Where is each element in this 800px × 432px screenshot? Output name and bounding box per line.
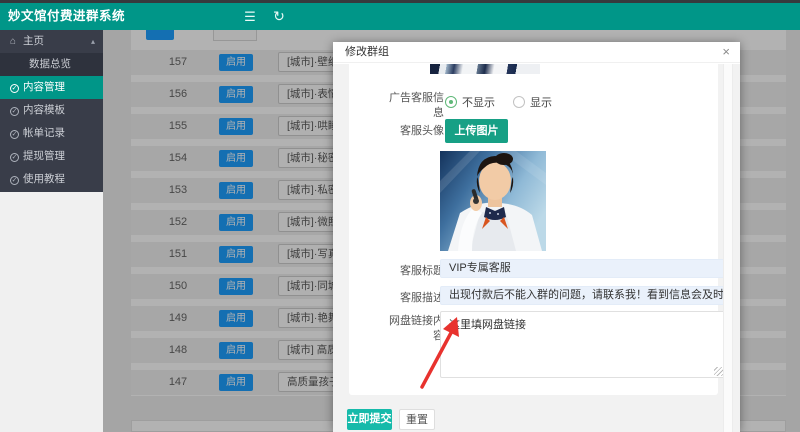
netdisk-link-text: 这里填网盘链接 xyxy=(449,319,526,331)
sidebar: ⌂主页 ▴ 数据总览 ✓ 内容管理 ✓ 内容模板 ✓ 帐单记录 ✓ 提现管理 ✓ 使用教程 xyxy=(0,30,103,192)
radio-show[interactable] xyxy=(513,96,525,108)
sidebar-item-content-template[interactable]: ✓ 内容模板 xyxy=(0,99,103,122)
menu-icon[interactable]: ☰ xyxy=(240,3,260,30)
service-avatar-image xyxy=(440,151,546,251)
sidebar-item-bill-record[interactable]: ✓ 帐单记录 xyxy=(0,122,103,145)
sidebar-item-label: 主页 xyxy=(23,35,44,47)
service-title-input[interactable]: VIP专属客服 xyxy=(440,259,725,278)
sidebar-item-label: 内容管理 xyxy=(23,81,65,93)
radio-hide[interactable] xyxy=(445,96,457,108)
submit-button[interactable]: 立即提交 xyxy=(347,409,392,430)
check-circle-icon: ✓ xyxy=(10,130,19,139)
service-title-label: 客服标题 xyxy=(364,264,444,279)
modal-titlebar: 修改群组 × xyxy=(333,42,740,63)
check-circle-icon: ✓ xyxy=(10,176,19,185)
sidebar-item-withdraw-manage[interactable]: ✓ 提现管理 xyxy=(0,145,103,168)
chevron-up-icon: ▴ xyxy=(91,30,95,53)
refresh-icon[interactable]: ↻ xyxy=(269,3,289,30)
reset-button[interactable]: 重置 xyxy=(399,409,435,430)
home-icon: ⌂ xyxy=(10,30,23,53)
sidebar-item-label: 提现管理 xyxy=(23,150,65,162)
sidebar-item-label: 帐单记录 xyxy=(23,127,65,139)
sidebar-item-label: 使用教程 xyxy=(23,173,65,185)
sidebar-item-content-manage[interactable]: ✓ 内容管理 xyxy=(0,76,103,99)
sidebar-item-data-overview[interactable]: 数据总览 xyxy=(0,53,103,76)
sidebar-item-label: 数据总览 xyxy=(29,58,71,70)
sidebar-lower-area xyxy=(0,192,103,432)
sidebar-item-home[interactable]: ⌂主页 ▴ xyxy=(0,30,103,53)
netdisk-link-label: 网盘链接内容 xyxy=(382,314,444,344)
sidebar-item-tutorial[interactable]: ✓ 使用教程 xyxy=(0,168,103,191)
resize-grip[interactable] xyxy=(714,367,723,376)
edit-group-form: 广告客服信息 不显示 显示 客服头像 上传图片 xyxy=(349,64,718,395)
service-desc-input[interactable]: 出现付款后不能入群的问题，请联系我！看到信息会及时回复的 xyxy=(440,286,725,305)
clipped-group-avatar-image xyxy=(430,64,540,74)
check-circle-icon: ✓ xyxy=(10,107,19,116)
close-icon[interactable]: × xyxy=(722,44,730,60)
radio-hide-label[interactable]: 不显示 xyxy=(462,97,495,109)
modal-title: 修改群组 xyxy=(345,42,389,63)
ad-service-label: 广告客服信息 xyxy=(382,91,444,121)
avatar-label: 客服头像 xyxy=(364,124,444,139)
ad-service-radio-group: 不显示 显示 xyxy=(445,93,570,107)
screen: 妙文馆付费进群系统 ☰ ↻ ⌂主页 ▴ 数据总览 ✓ 内容管理 ✓ 内容模板 ✓ 帐单… xyxy=(0,0,800,432)
check-circle-icon: ✓ xyxy=(10,153,19,162)
service-desc-label: 客服描述 xyxy=(364,291,444,306)
netdisk-link-textarea[interactable]: 这里填网盘链接 xyxy=(440,311,725,378)
edit-group-modal: 修改群组 × 广告客服信息 不显示 显示 客服头像 上传图片 xyxy=(333,42,740,432)
check-circle-icon: ✓ xyxy=(10,84,19,93)
upload-image-button[interactable]: 上传图片 xyxy=(445,119,508,143)
modal-body: 广告客服信息 不显示 显示 客服头像 上传图片 xyxy=(333,64,740,432)
sidebar-item-label: 内容模板 xyxy=(23,104,65,116)
app-title: 妙文馆付费进群系统 xyxy=(8,3,125,30)
app-header: 妙文馆付费进群系统 ☰ ↻ xyxy=(0,3,800,30)
modal-scrollbar[interactable] xyxy=(723,64,733,432)
radio-show-label[interactable]: 显示 xyxy=(530,97,552,109)
